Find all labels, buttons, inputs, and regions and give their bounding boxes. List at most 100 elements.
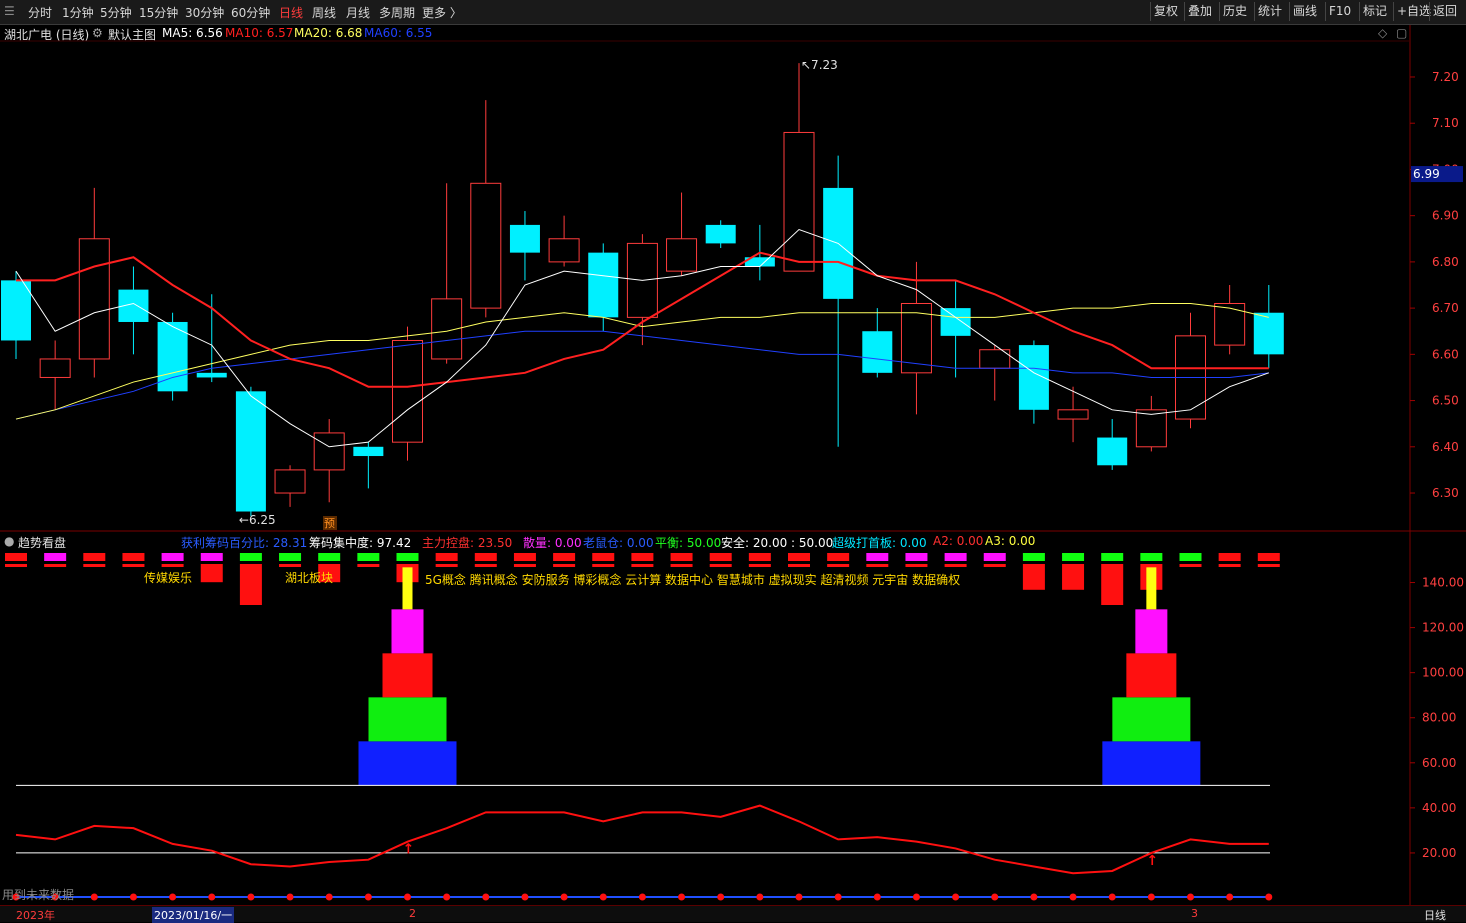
candle-body-17 <box>666 238 698 272</box>
candle-body-20 <box>783 131 815 272</box>
marker-dot-11 <box>443 893 451 901</box>
ind-tick-2: 100.00 <box>1422 666 1464 680</box>
marker-dot-18 <box>717 893 725 901</box>
signal-top-10 <box>396 553 419 561</box>
candle-body-0 <box>1 280 31 341</box>
pyramid-0-tier-4 <box>402 567 413 610</box>
signal-sub-4 <box>161 564 184 567</box>
price-tick-3: 6.90 <box>1432 209 1459 223</box>
signal-sub-20 <box>788 564 810 567</box>
signal-top-3 <box>122 553 145 561</box>
signal-sub-27 <box>1062 564 1085 567</box>
marker-dot-3 <box>129 893 137 901</box>
signal-sub-31 <box>1218 564 1241 567</box>
candle-body-24 <box>940 308 971 336</box>
marker-dot-16 <box>638 893 646 901</box>
marker-dot-13 <box>521 893 529 901</box>
future-data-note: 用到未来数据 <box>2 887 74 902</box>
signal-sub-2 <box>83 564 106 567</box>
candle-body-27 <box>1057 409 1089 420</box>
signal-top-28 <box>1101 553 1124 561</box>
signal-sub-22 <box>866 564 889 567</box>
price-tick-6: 6.60 <box>1432 347 1459 361</box>
signal-top-2 <box>83 553 106 561</box>
marker-dot-27 <box>1069 893 1077 901</box>
marker-dot-4 <box>169 893 177 901</box>
signal-sub-3 <box>122 564 145 567</box>
signal-sub-7 <box>279 564 302 567</box>
signal-top-8 <box>318 553 341 561</box>
signal-sub-12 <box>474 564 497 567</box>
signal-top-4 <box>161 553 184 561</box>
signal-sub-23 <box>905 564 928 567</box>
candle-body-1 <box>39 358 71 378</box>
candle-body-22 <box>862 331 893 373</box>
pyramid-0-tier-1 <box>368 697 447 742</box>
signal-top-9 <box>357 553 380 561</box>
signal-sub-19 <box>748 564 771 567</box>
signal-top-5 <box>200 553 223 561</box>
price-tick-5: 6.70 <box>1432 301 1459 315</box>
marker-dot-25 <box>991 893 999 901</box>
signal-top-0 <box>5 553 27 561</box>
signal-sub-10 <box>396 564 419 567</box>
signal-sub-21 <box>827 564 850 567</box>
price-tick-4: 6.80 <box>1432 255 1459 269</box>
low-label: ←6.25 <box>239 513 276 527</box>
forecast-badge: 预 <box>324 517 335 530</box>
ind-tick-4: 60.00 <box>1422 756 1456 770</box>
signal-top-15 <box>592 553 615 561</box>
pyramid-1-tier-2 <box>1126 653 1177 698</box>
buy-arrow-0: ↑ <box>403 842 415 858</box>
marker-dot-19 <box>756 893 764 901</box>
pyramid-1-tier-1 <box>1112 697 1191 742</box>
marker-dot-8 <box>325 893 333 901</box>
price-tick-9: 6.30 <box>1432 486 1459 500</box>
signal-top-7 <box>279 553 302 561</box>
marker-dot-31 <box>1226 893 1234 901</box>
signal-top-25 <box>983 553 1006 561</box>
marker-dot-14 <box>560 893 568 901</box>
pyramid-1-tier-3 <box>1135 609 1168 654</box>
ind-tick-5: 40.00 <box>1422 801 1456 815</box>
signal-sub-1 <box>44 564 67 567</box>
signal-top-32 <box>1257 553 1280 561</box>
signal-top-27 <box>1062 553 1085 561</box>
signal-top-31 <box>1218 553 1241 561</box>
signal-sub-0 <box>5 564 27 567</box>
signal-top-19 <box>748 553 771 561</box>
signal-sub-11 <box>435 564 458 567</box>
candle-body-18 <box>705 224 736 244</box>
signal-bar-27 <box>1062 567 1085 590</box>
signal-top-18 <box>709 553 732 561</box>
signal-sub-16 <box>631 564 654 567</box>
marker-dot-20 <box>795 893 803 901</box>
marker-dot-29 <box>1147 893 1155 901</box>
candle-body-31 <box>1214 302 1246 346</box>
signal-sub-28 <box>1101 564 1124 567</box>
candle-body-5 <box>196 372 227 378</box>
marker-dot-5 <box>208 893 216 901</box>
signal-top-6 <box>239 553 262 561</box>
signal-top-11 <box>435 553 458 561</box>
signal-sub-14 <box>553 564 576 567</box>
pyramid-0-tier-3 <box>391 609 424 654</box>
candle-body-2 <box>78 238 110 360</box>
signal-sub-18 <box>709 564 732 567</box>
signal-sub-9 <box>357 564 380 567</box>
chart-canvas[interactable]: 7.207.107.006.906.806.706.606.506.406.30… <box>0 0 1466 921</box>
sector-label-1: 湖北板块 <box>285 570 333 585</box>
candle-body-12 <box>470 182 502 309</box>
signal-top-12 <box>474 553 497 561</box>
candle-body-9 <box>353 446 384 457</box>
signal-sub-26 <box>1022 564 1045 567</box>
month-label-3: 3 <box>1191 907 1198 920</box>
signal-top-13 <box>513 553 536 561</box>
signal-top-29 <box>1140 553 1163 561</box>
signal-bar-5 <box>200 567 223 583</box>
marker-dot-9 <box>364 893 372 901</box>
ind-tick-0: 140.00 <box>1422 576 1464 590</box>
candle-body-32 <box>1253 312 1284 355</box>
marker-dot-21 <box>834 893 842 901</box>
high-label: ↖7.23 <box>801 58 838 72</box>
